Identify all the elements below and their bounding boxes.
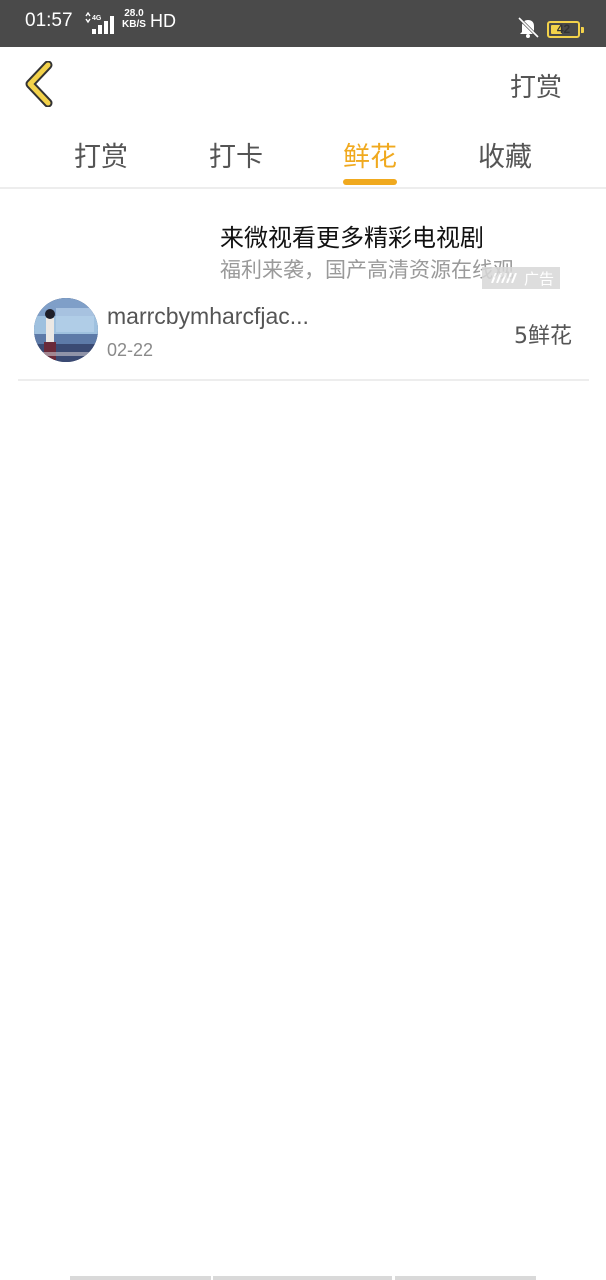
network-type: 4G [92, 15, 102, 22]
record-date: 02-22 [107, 340, 154, 360]
ad-banner[interactable]: 来微视看更多精彩电视剧 福利来袭，国产高清资源在线观 广告 [0, 191, 606, 291]
tab-checkin[interactable]: 打卡 [186, 135, 286, 174]
avatar-image [34, 298, 98, 362]
ad-tag-text: 广告 [523, 270, 554, 288]
battery-icon: 42 [547, 21, 584, 38]
reward-button[interactable]: 打赏 [510, 67, 562, 104]
record-username: marrcbymharcfjac... [107, 303, 309, 329]
speed-unit: KB/S [122, 19, 146, 30]
list-item[interactable]: marrcbymharcfjac... 02-22 5鲜花 [18, 291, 589, 381]
ad-label: 广告 [482, 267, 560, 289]
bottom-bar-segment [213, 1276, 392, 1280]
ad-subtitle: 福利来袭，国产高清资源在线观 [220, 258, 514, 282]
battery-level: 42 [556, 22, 571, 36]
avatar[interactable] [34, 298, 98, 362]
bottom-bar-segment [395, 1276, 536, 1280]
status-bar: 01:57 4G 28.0 KB/S HD 42 [0, 0, 606, 47]
bell-muted-icon [517, 16, 540, 38]
battery-cap [581, 27, 584, 33]
ad-title: 来微视看更多精彩电视剧 [220, 224, 484, 252]
record-count: 5鲜花 [514, 324, 572, 349]
bottom-bar-segment [70, 1276, 211, 1280]
hd-indicator: HD [150, 11, 176, 31]
tab-active-indicator [343, 179, 397, 185]
chevron-left-icon[interactable] [22, 61, 56, 107]
tab-bar: 打赏 打卡 鲜花 收藏 [0, 121, 606, 189]
speed-value: 28.0 [124, 8, 144, 19]
status-time: 01:57 [25, 10, 73, 31]
signal-icon: 4G [85, 12, 114, 34]
nav-bar: 打赏 [0, 47, 606, 121]
ad-stripes-icon [491, 273, 517, 283]
network-speed: 28.0 KB/S [122, 8, 146, 30]
tab-reward[interactable]: 打赏 [51, 135, 151, 174]
tab-flowers[interactable]: 鲜花 [320, 135, 420, 174]
tab-favorites[interactable]: 收藏 [455, 135, 555, 174]
